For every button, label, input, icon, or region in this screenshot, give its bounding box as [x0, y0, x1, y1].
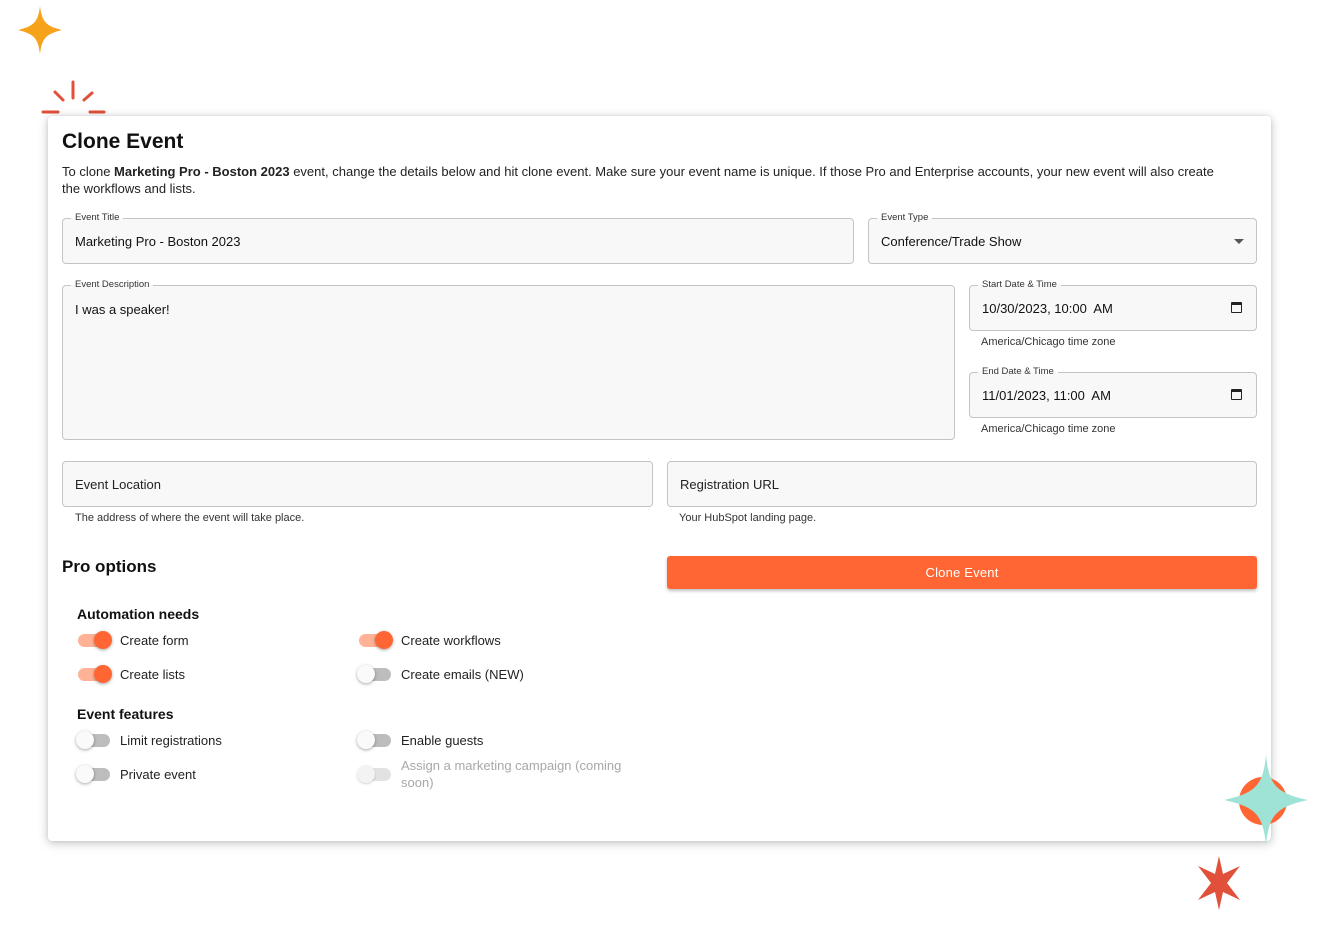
start-timezone-helper: America/Chicago time zone	[981, 336, 1116, 348]
event-features-title: Event features	[77, 706, 174, 722]
toggle-label: Create workflows	[401, 632, 501, 648]
intro-event-name: Marketing Pro - Boston 2023	[114, 164, 290, 179]
switch[interactable]	[78, 664, 112, 684]
toggle-label: Create lists	[120, 666, 186, 682]
event-title-field[interactable]: Event Title Marketing Pro - Boston 2023	[62, 212, 854, 264]
event-location-helper: The address of where the event will take…	[75, 512, 305, 524]
end-datetime-field[interactable]: End Date & Time 11/01/2023, 11:00 AM	[969, 366, 1257, 418]
burst-lines-icon	[41, 80, 106, 114]
pro-options-title: Pro options	[62, 557, 157, 576]
yellow-sparkle-icon	[18, 6, 62, 54]
switch[interactable]	[76, 730, 112, 750]
automation-needs-title: Automation needs	[77, 606, 200, 622]
event-description-value: I was a speaker!	[75, 302, 170, 317]
event-type-select[interactable]: Event Type Conference/Trade Show	[868, 212, 1257, 264]
switch	[357, 764, 393, 784]
switch[interactable]	[357, 664, 393, 684]
dialog-title: Clone Event	[62, 130, 184, 153]
toggle-create-emails[interactable]: Create emails (NEW)	[357, 664, 524, 684]
toggle-label: Enable guests	[401, 732, 484, 748]
dropdown-arrow-icon[interactable]	[1234, 239, 1244, 244]
start-datetime-field[interactable]: Start Date & Time 10/30/2023, 10:00 AM	[969, 279, 1257, 331]
toggle-create-form[interactable]: Create form	[78, 630, 189, 650]
teal-sparkle-icon	[1224, 755, 1308, 845]
toggle-enable-guests[interactable]: Enable guests	[357, 730, 484, 750]
event-description-field[interactable]: Event Description I was a speaker!	[62, 279, 955, 440]
toggle-private-event[interactable]: Private event	[76, 764, 196, 784]
toggle-label: Create emails (NEW)	[401, 666, 524, 682]
end-timezone-helper: America/Chicago time zone	[981, 423, 1116, 435]
clone-event-dialog: Clone Event To clone Marketing Pro - Bos…	[48, 116, 1271, 841]
event-title-value: Marketing Pro - Boston 2023	[75, 234, 241, 249]
event-type-label: Event Type	[877, 212, 933, 223]
start-datetime-value: 10/30/2023, 10:00 AM	[982, 301, 1113, 316]
toggle-label: Private event	[120, 766, 196, 782]
event-type-value: Conference/Trade Show	[881, 234, 1022, 249]
end-datetime-label: End Date & Time	[978, 366, 1058, 377]
registration-url-placeholder: Registration URL	[680, 477, 779, 492]
event-description-label: Event Description	[71, 279, 154, 290]
switch[interactable]	[359, 630, 393, 650]
event-location-placeholder: Event Location	[75, 477, 162, 492]
event-location-field[interactable]: Event Location	[62, 461, 653, 507]
end-datetime-value: 11/01/2023, 11:00 AM	[982, 388, 1111, 403]
toggle-create-lists[interactable]: Create lists	[78, 664, 185, 684]
start-datetime-label: Start Date & Time	[978, 279, 1061, 290]
toggle-label: Limit registrations	[120, 732, 222, 748]
clone-event-button[interactable]: Clone Event	[667, 556, 1257, 589]
calendar-icon[interactable]	[1231, 389, 1242, 400]
toggle-assign-campaign: Assign a marketing campaign (coming soon…	[357, 757, 631, 793]
calendar-icon[interactable]	[1231, 302, 1242, 313]
switch[interactable]	[357, 730, 393, 750]
intro-prefix: To clone	[62, 164, 115, 179]
dialog-intro: To clone Marketing Pro - Boston 2023 eve…	[62, 163, 1222, 197]
registration-url-helper: Your HubSpot landing page.	[679, 512, 817, 524]
toggle-label: Create form	[120, 632, 189, 648]
switch[interactable]	[76, 764, 112, 784]
red-burst-icon	[1198, 856, 1240, 910]
switch[interactable]	[78, 630, 112, 650]
toggle-limit-registrations[interactable]: Limit registrations	[76, 730, 222, 750]
toggle-label: Assign a marketing campaign (coming soon…	[401, 758, 622, 790]
event-title-label: Event Title	[71, 212, 124, 223]
registration-url-field[interactable]: Registration URL	[667, 461, 1257, 507]
toggle-create-workflows[interactable]: Create workflows	[359, 630, 501, 650]
